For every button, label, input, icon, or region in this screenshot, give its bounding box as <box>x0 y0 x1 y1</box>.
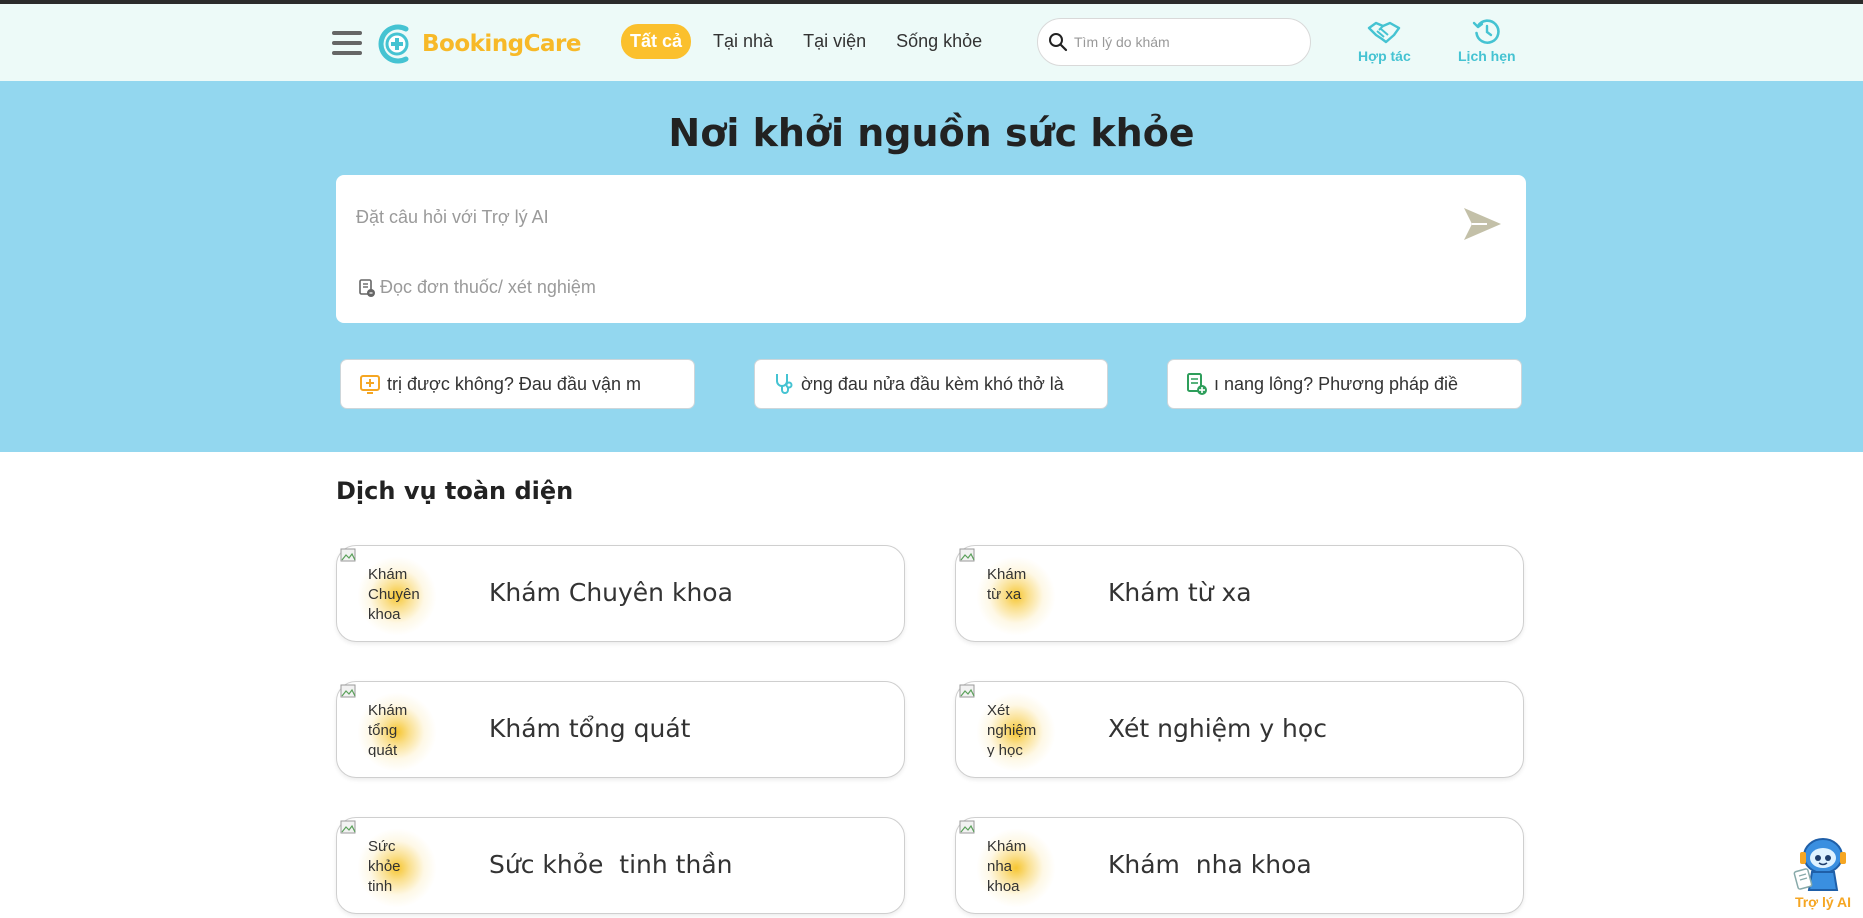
service-name: Khám nha khoa <box>1108 850 1312 879</box>
partner-link[interactable]: Hợp tác <box>1358 18 1411 64</box>
service-image-alt: Khám tổng quát <box>368 702 408 757</box>
suggestion-chip[interactable]: ı nang lông? Phương pháp điề <box>1167 359 1522 409</box>
tab-healthy-living[interactable]: Sống khỏe <box>888 24 990 59</box>
partner-label: Hợp tác <box>1358 48 1411 64</box>
search-input[interactable] <box>1074 34 1294 50</box>
broken-image-icon <box>340 548 356 562</box>
ai-question-input[interactable] <box>356 207 1436 228</box>
broken-image-icon <box>959 820 975 834</box>
broken-image-icon <box>959 684 975 698</box>
search-icon <box>1049 33 1068 52</box>
plus-box-icon <box>359 373 381 395</box>
stethoscope-icon <box>773 372 795 396</box>
search-box <box>1037 18 1311 66</box>
logo-mark-icon <box>378 24 409 64</box>
suggestion-text: ı nang lông? Phương pháp điề <box>1214 373 1459 394</box>
service-image-alt: Sức khỏe tinh thần <box>368 838 401 893</box>
suggestion-chip[interactable]: ờng đau nửa đầu kèm khó thở là <box>754 359 1108 409</box>
brand-logo[interactable]: BookingCare <box>376 22 582 66</box>
hero-title: Nơi khởi nguồn sức khỏe <box>668 111 1195 155</box>
category-tabs: Tất cả Tại nhà Tại viện Sống khỏe <box>621 24 1004 59</box>
document-plus-icon <box>1186 372 1208 396</box>
service-name: Sức khỏe tinh thần <box>489 850 733 879</box>
send-button[interactable] <box>1461 205 1509 245</box>
suggestion-chip[interactable]: trị được không? Đau đầu vận m <box>340 359 695 409</box>
services-section-title: Dịch vụ toàn diện <box>336 477 574 505</box>
service-card-general[interactable]: Khám tổng quát Khám tổng quát <box>336 681 905 778</box>
service-name: Khám từ xa <box>1108 578 1252 607</box>
appointments-link[interactable]: Lịch hẹn <box>1458 18 1516 64</box>
suggestion-text: ờng đau nửa đầu kèm khó thở là <box>801 373 1064 394</box>
service-card-remote[interactable]: Khám từ xa Khám từ xa <box>955 545 1524 642</box>
service-card-lab-test[interactable]: Xét nghiệm y học Xét nghiệm y học <box>955 681 1524 778</box>
service-image-alt: Xét nghiệm y học <box>987 702 1037 757</box>
ai-question-box: Đọc đơn thuốc/ xét nghiệm <box>336 175 1526 323</box>
service-image-alt: Khám từ xa <box>987 566 1027 603</box>
site-header: BookingCare Tất cả Tại nhà Tại viện Sống… <box>0 4 1863 81</box>
service-image-alt: Khám nha khoa <box>987 838 1027 893</box>
read-prescription-button[interactable]: Đọc đơn thuốc/ xét nghiệm <box>358 277 596 298</box>
suggestion-text: trị được không? Đau đầu vận m <box>387 373 641 394</box>
history-icon <box>1472 19 1500 44</box>
service-card-mental-health[interactable]: Sức khỏe tinh thần Sức khỏe tinh thần <box>336 817 905 914</box>
service-name: Xét nghiệm y học <box>1108 714 1327 743</box>
broken-image-icon <box>959 548 975 562</box>
hero-section: Nơi khởi nguồn sức khỏe Đọc đơn thuốc/ x… <box>0 81 1863 452</box>
tab-all[interactable]: Tất cả <box>621 24 692 59</box>
hamburger-menu-icon[interactable] <box>332 31 364 59</box>
logo-text: BookingCare <box>422 31 582 57</box>
tab-at-home[interactable]: Tại nhà <box>705 24 781 59</box>
robot-assistant-icon <box>1793 838 1846 891</box>
ai-assistant-label: Trợ lý AI <box>1794 894 1852 910</box>
read-prescription-label: Đọc đơn thuốc/ xét nghiệm <box>380 277 596 297</box>
broken-image-icon <box>340 684 356 698</box>
service-name: Khám tổng quát <box>489 714 691 743</box>
handshake-icon <box>1368 21 1401 44</box>
ai-assistant-button[interactable]: Trợ lý AI <box>1786 832 1860 918</box>
service-name: Khám Chuyên khoa <box>489 578 733 607</box>
send-icon <box>1464 208 1501 240</box>
tab-at-hospital[interactable]: Tại viện <box>795 24 874 59</box>
appointments-label: Lịch hẹn <box>1458 48 1516 64</box>
service-card-specialist[interactable]: Khám Chuyên khoa Khám Chuyên khoa <box>336 545 905 642</box>
broken-image-icon <box>340 820 356 834</box>
prescription-icon <box>359 278 375 297</box>
service-card-dental[interactable]: Khám nha khoa Khám nha khoa <box>955 817 1524 914</box>
service-image-alt: Khám Chuyên khoa <box>368 566 420 621</box>
